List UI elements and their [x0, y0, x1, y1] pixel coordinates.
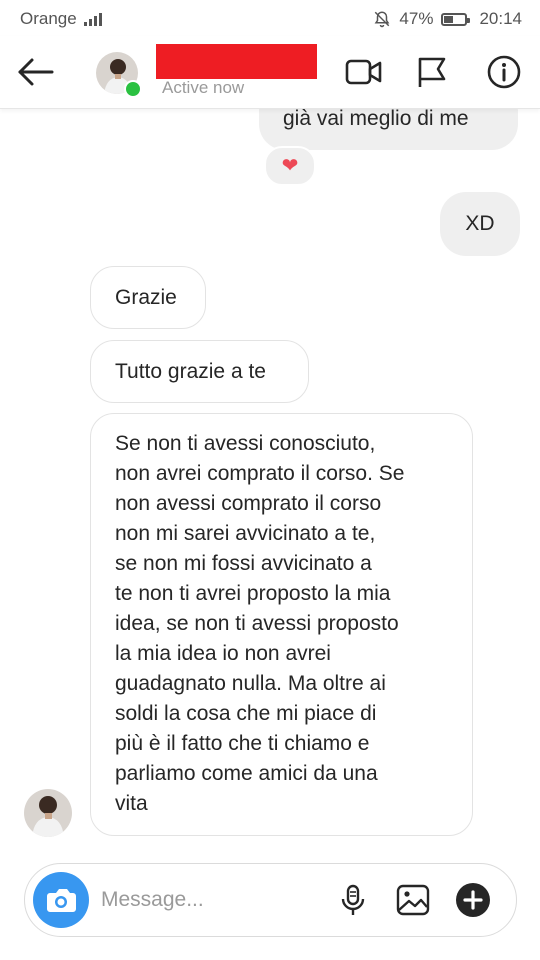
message-line: te non ti avrei proposto la mia — [115, 582, 391, 605]
message-line: più è il fatto che ti chiamo e — [115, 732, 370, 755]
camera-button[interactable] — [33, 872, 89, 928]
video-call-icon[interactable] — [344, 54, 384, 90]
message-bubble-sent[interactable]: XD — [440, 192, 520, 256]
status-right: 47% 20:14 — [373, 9, 522, 29]
message-text: già vai meglio di me — [283, 107, 469, 130]
message-text: Grazie — [115, 286, 177, 309]
mute-notifications-icon — [375, 11, 390, 28]
message-line: la mia idea io non avrei — [115, 642, 331, 665]
redacted-username — [156, 44, 317, 79]
message-input[interactable]: Message... — [101, 888, 204, 912]
message-text: Tutto grazie a te — [115, 360, 266, 383]
microphone-icon[interactable] — [335, 882, 371, 918]
flag-icon[interactable] — [412, 54, 452, 90]
carrier-name: Orange — [20, 9, 77, 28]
gallery-icon[interactable] — [395, 882, 431, 918]
camera-icon — [47, 889, 76, 912]
message-line: non avrei comprato il corso. Se — [115, 462, 405, 485]
back-arrow-icon[interactable] — [14, 52, 56, 92]
info-icon[interactable] — [484, 54, 524, 90]
heart-icon: ❤ — [281, 155, 299, 177]
message-line: soldi la cosa che mi piace di — [115, 702, 377, 725]
active-status: Active now — [162, 78, 245, 97]
message-line: non avessi comprato il corso — [115, 492, 382, 515]
message-line: idea, se non ti avessi proposto — [115, 612, 399, 635]
message-line: Se non ti avessi conosciuto, — [115, 432, 376, 455]
message-bubble-received[interactable]: Tutto grazie a te — [90, 340, 309, 403]
chat-header: Active now — [0, 36, 540, 109]
sender-avatar[interactable] — [24, 789, 72, 837]
message-bubble-received[interactable]: Se non ti avessi conosciuto, non avrei c… — [90, 413, 473, 836]
message-line: guadagnato nulla. Ma oltre ai — [115, 672, 386, 695]
message-composer: Message... — [24, 863, 517, 937]
status-bar: Orange 47% 20:14 — [0, 0, 540, 36]
battery-icon — [441, 12, 471, 26]
carrier-info: Orange — [20, 9, 102, 29]
message-line: vita — [115, 792, 148, 815]
message-text: XD — [465, 212, 495, 235]
reaction-badge[interactable]: ❤ — [264, 146, 316, 186]
signal-icon — [83, 12, 102, 26]
message-bubble-received[interactable]: Grazie — [90, 266, 206, 329]
message-line: se non mi fossi avvicinato a — [115, 552, 372, 575]
clock: 20:14 — [479, 9, 522, 28]
battery-percent: 47% — [399, 9, 434, 28]
message-line: parliamo come amici da una — [115, 762, 378, 785]
message-line: non mi sarei avvicinato a te, — [115, 522, 376, 545]
online-indicator — [124, 80, 142, 98]
add-icon[interactable] — [455, 882, 491, 918]
